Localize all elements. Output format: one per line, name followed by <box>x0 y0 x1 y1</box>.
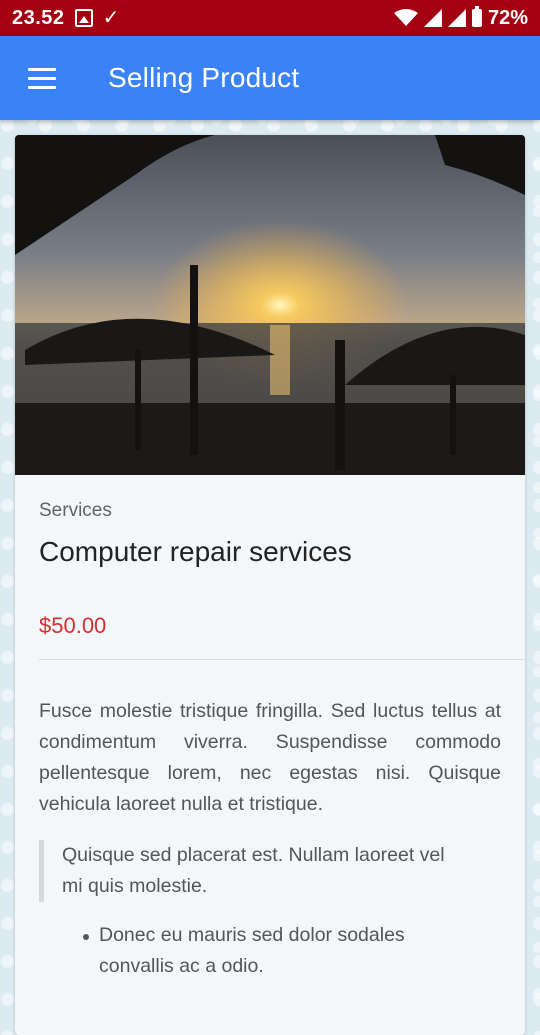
signal-icon <box>423 9 442 27</box>
status-bar: 23.52 ✓ 72% <box>0 0 540 36</box>
product-quote: Quisque sed placerat est. Nullam laoreet… <box>39 840 462 902</box>
divider <box>39 659 525 660</box>
app-bar: Selling Product <box>0 36 540 120</box>
status-time: 23.52 <box>12 6 65 29</box>
gallery-icon <box>74 9 93 27</box>
product-image[interactable] <box>15 135 525 475</box>
list-item: Donec eu mauris sed dolor sodales conval… <box>79 920 449 982</box>
hamburger-menu-icon[interactable] <box>14 50 70 106</box>
battery-icon <box>471 6 482 27</box>
product-category: Services <box>39 500 112 521</box>
product-description: Fusce molestie tristique fringilla. Sed … <box>39 700 501 815</box>
wifi-icon <box>393 9 418 26</box>
page-title: Selling Product <box>108 62 300 93</box>
product-title: Computer repair services <box>39 536 352 567</box>
signal-icon <box>447 9 466 27</box>
product-price: $50.00 <box>39 613 107 638</box>
download-done-icon: ✓ <box>102 7 120 29</box>
product-card: Services Computer repair services $50.00… <box>15 135 525 1035</box>
battery-percent: 72% <box>487 6 528 29</box>
feature-list: Donec eu mauris sed dolor sodales conval… <box>79 920 501 982</box>
